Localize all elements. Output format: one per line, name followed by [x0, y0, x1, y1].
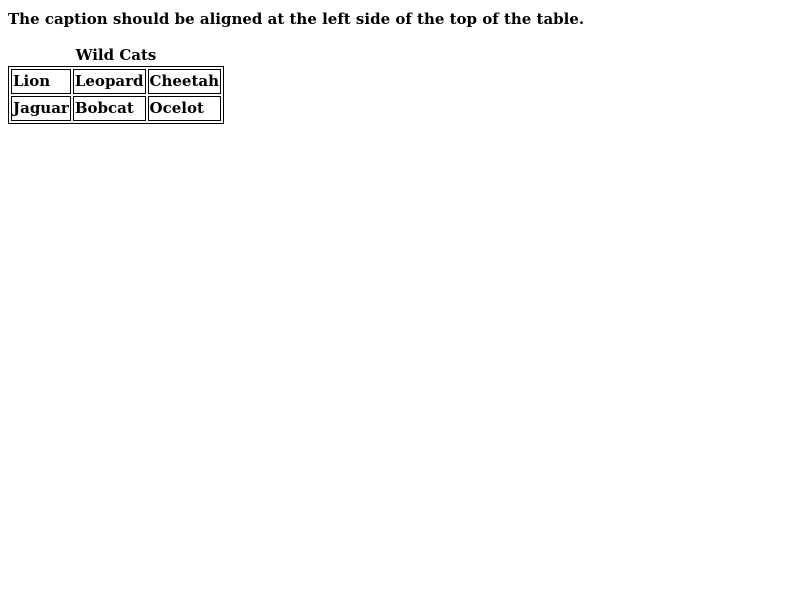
- table-caption: Wild Cats: [75, 46, 157, 64]
- table-cell: Jaguar: [11, 96, 71, 121]
- table-row: Jaguar Bobcat Ocelot: [11, 96, 222, 121]
- wild-cats-table: Wild Cats Lion Leopard Cheetah Jaguar Bo…: [8, 46, 225, 124]
- table-cell: Cheetah: [147, 69, 222, 94]
- table-row: Lion Leopard Cheetah: [11, 69, 222, 94]
- instruction-text: The caption should be aligned at the lef…: [8, 10, 585, 28]
- table-cell: Leopard: [72, 69, 146, 94]
- table-cell: Bobcat: [72, 96, 146, 121]
- table-cell: Ocelot: [147, 96, 222, 121]
- table-cell: Lion: [11, 69, 71, 94]
